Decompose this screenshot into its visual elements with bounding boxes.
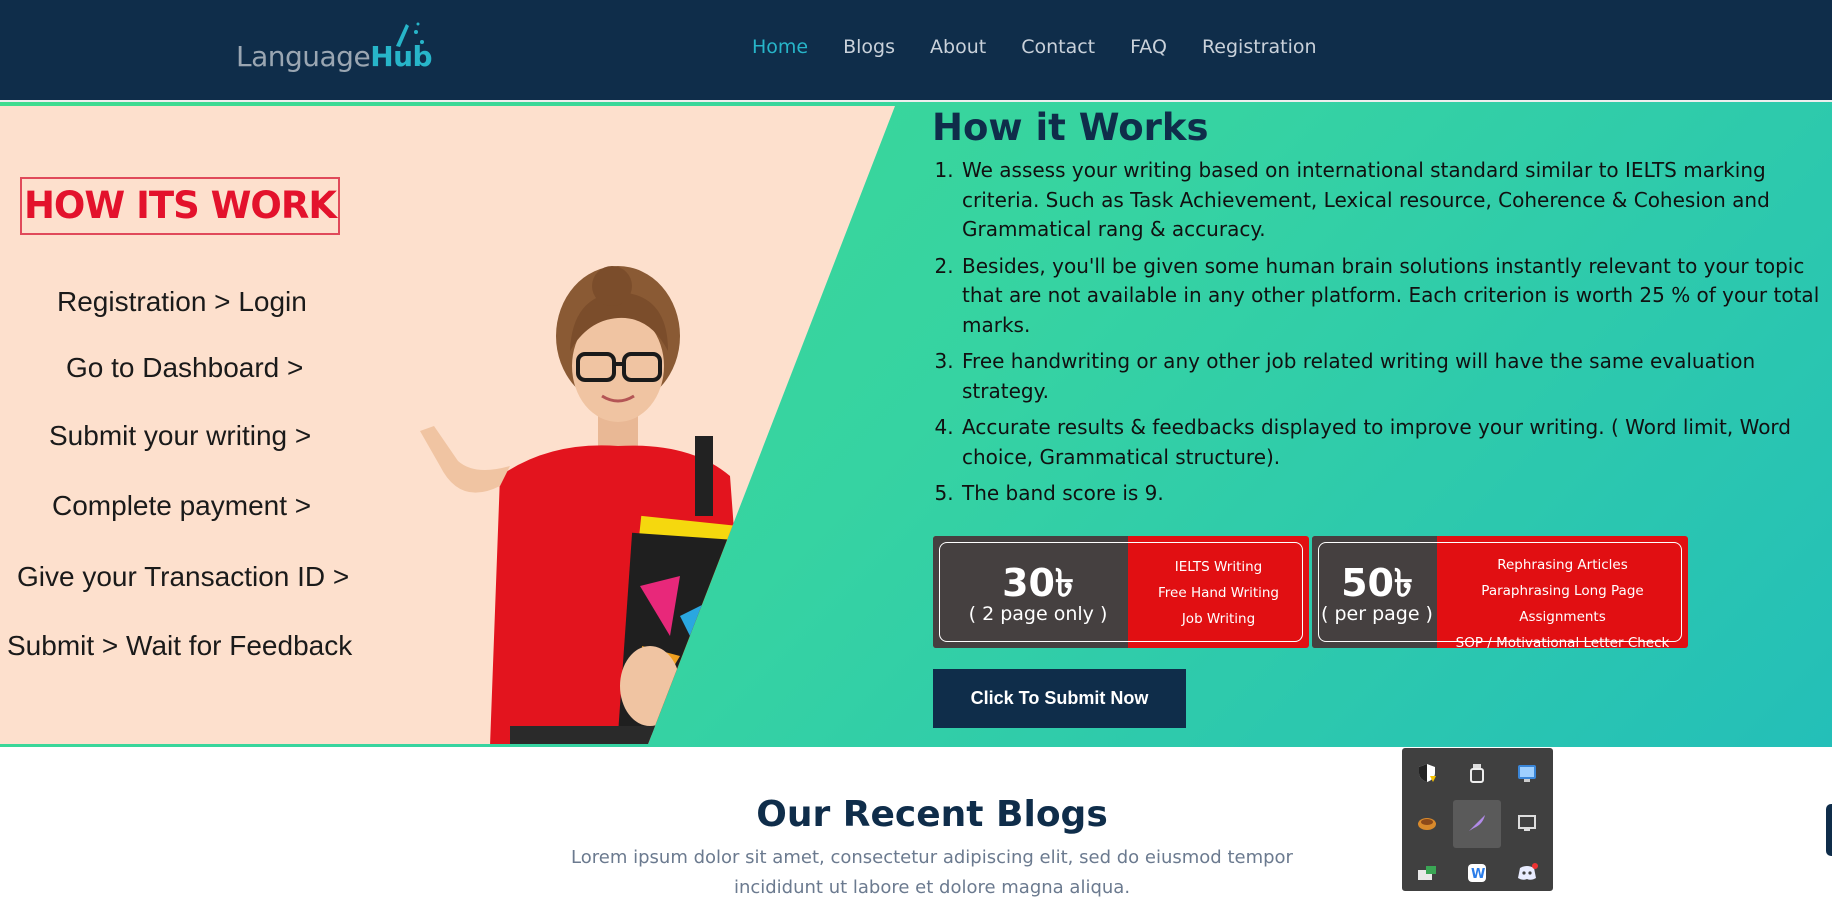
display-icon[interactable] bbox=[1512, 808, 1542, 838]
wps-office-icon[interactable]: W bbox=[1462, 858, 1492, 888]
site-header: LanguageHub Home Blogs About Contact FAQ… bbox=[0, 0, 1832, 100]
list-item: Besides, you'll be given some human brai… bbox=[960, 252, 1832, 341]
price-features: Rephrasing Articles Paraphrasing Long Pa… bbox=[1437, 552, 1688, 648]
list-item: The band score is 9. bbox=[960, 479, 1832, 509]
logo-pen-icon bbox=[396, 22, 424, 47]
discord-icon[interactable] bbox=[1512, 858, 1542, 888]
side-widget-tab[interactable] bbox=[1826, 804, 1832, 856]
network-monitor-icon[interactable] bbox=[1512, 758, 1542, 788]
submit-now-button[interactable]: Click To Submit Now bbox=[933, 669, 1186, 728]
recent-blogs-subtitle: Lorem ipsum dolor sit amet, consectetur … bbox=[571, 847, 1293, 898]
price-features: IELTS Writing Free Hand Writing Job Writ… bbox=[1128, 554, 1309, 632]
price-note: ( 2 page only ) bbox=[968, 603, 1108, 625]
security-shield-icon[interactable] bbox=[1412, 758, 1442, 788]
price-feature: Free Hand Writing bbox=[1158, 585, 1279, 601]
nav-blogs[interactable]: Blogs bbox=[843, 36, 895, 58]
price-feature: IELTS Writing bbox=[1174, 559, 1263, 575]
poster-step: Submit > Wait for Feedback bbox=[7, 630, 353, 661]
price-card-ielts[interactable]: 30৳ ( 2 page only ) IELTS Writing Free H… bbox=[933, 536, 1309, 648]
nav-home[interactable]: Home bbox=[752, 36, 808, 58]
poster-step: Give your Transaction ID > bbox=[17, 561, 350, 592]
poster-step: Complete payment > bbox=[52, 490, 312, 521]
recent-blogs-title: Our Recent Blogs bbox=[756, 794, 1108, 835]
nav-faq[interactable]: FAQ bbox=[1130, 36, 1167, 58]
device-manager-icon[interactable] bbox=[1412, 858, 1442, 888]
logo-prefix: Language bbox=[236, 40, 371, 73]
main-nav: Home Blogs About Contact FAQ Registratio… bbox=[752, 36, 1352, 58]
price-feature: Job Writing bbox=[1181, 611, 1256, 627]
nav-contact[interactable]: Contact bbox=[1021, 36, 1095, 58]
poster-step: Registration > Login bbox=[57, 286, 307, 317]
price-note: ( per page ) bbox=[1321, 603, 1433, 625]
poster-step: Go to Dashboard > bbox=[66, 352, 304, 383]
list-item: We assess your writing based on internat… bbox=[960, 156, 1832, 245]
price-feature: SOP / Motivational Letter Check bbox=[1455, 635, 1670, 648]
nav-about[interactable]: About bbox=[930, 36, 986, 58]
nav-registration[interactable]: Registration bbox=[1202, 36, 1317, 58]
price-feature: Paraphrasing Long Page Assignments bbox=[1481, 583, 1644, 625]
price-feature: Rephrasing Articles bbox=[1497, 557, 1628, 573]
poster-step: Submit your writing > bbox=[49, 420, 312, 451]
list-item: Accurate results & feedbacks displayed t… bbox=[960, 413, 1832, 472]
poster-title: HOW ITS WORK bbox=[20, 177, 340, 235]
how-it-works-list: We assess your writing based on internat… bbox=[960, 156, 1832, 516]
hero-section: HOW ITS WORK Registration > Login Go to … bbox=[0, 102, 1832, 747]
list-item: Free handwriting or any other job relate… bbox=[960, 347, 1832, 406]
how-it-works-title: How it Works bbox=[932, 106, 1209, 149]
usb-drive-icon[interactable] bbox=[1462, 758, 1492, 788]
app-orange-icon[interactable] bbox=[1412, 808, 1442, 838]
svg-text:W: W bbox=[1471, 867, 1485, 882]
price-card-rephrasing[interactable]: 50৳ ( per page ) Rephrasing Articles Par… bbox=[1312, 536, 1688, 648]
feather-pen-icon[interactable] bbox=[1462, 808, 1492, 838]
system-tray-popup: W bbox=[1402, 748, 1553, 891]
